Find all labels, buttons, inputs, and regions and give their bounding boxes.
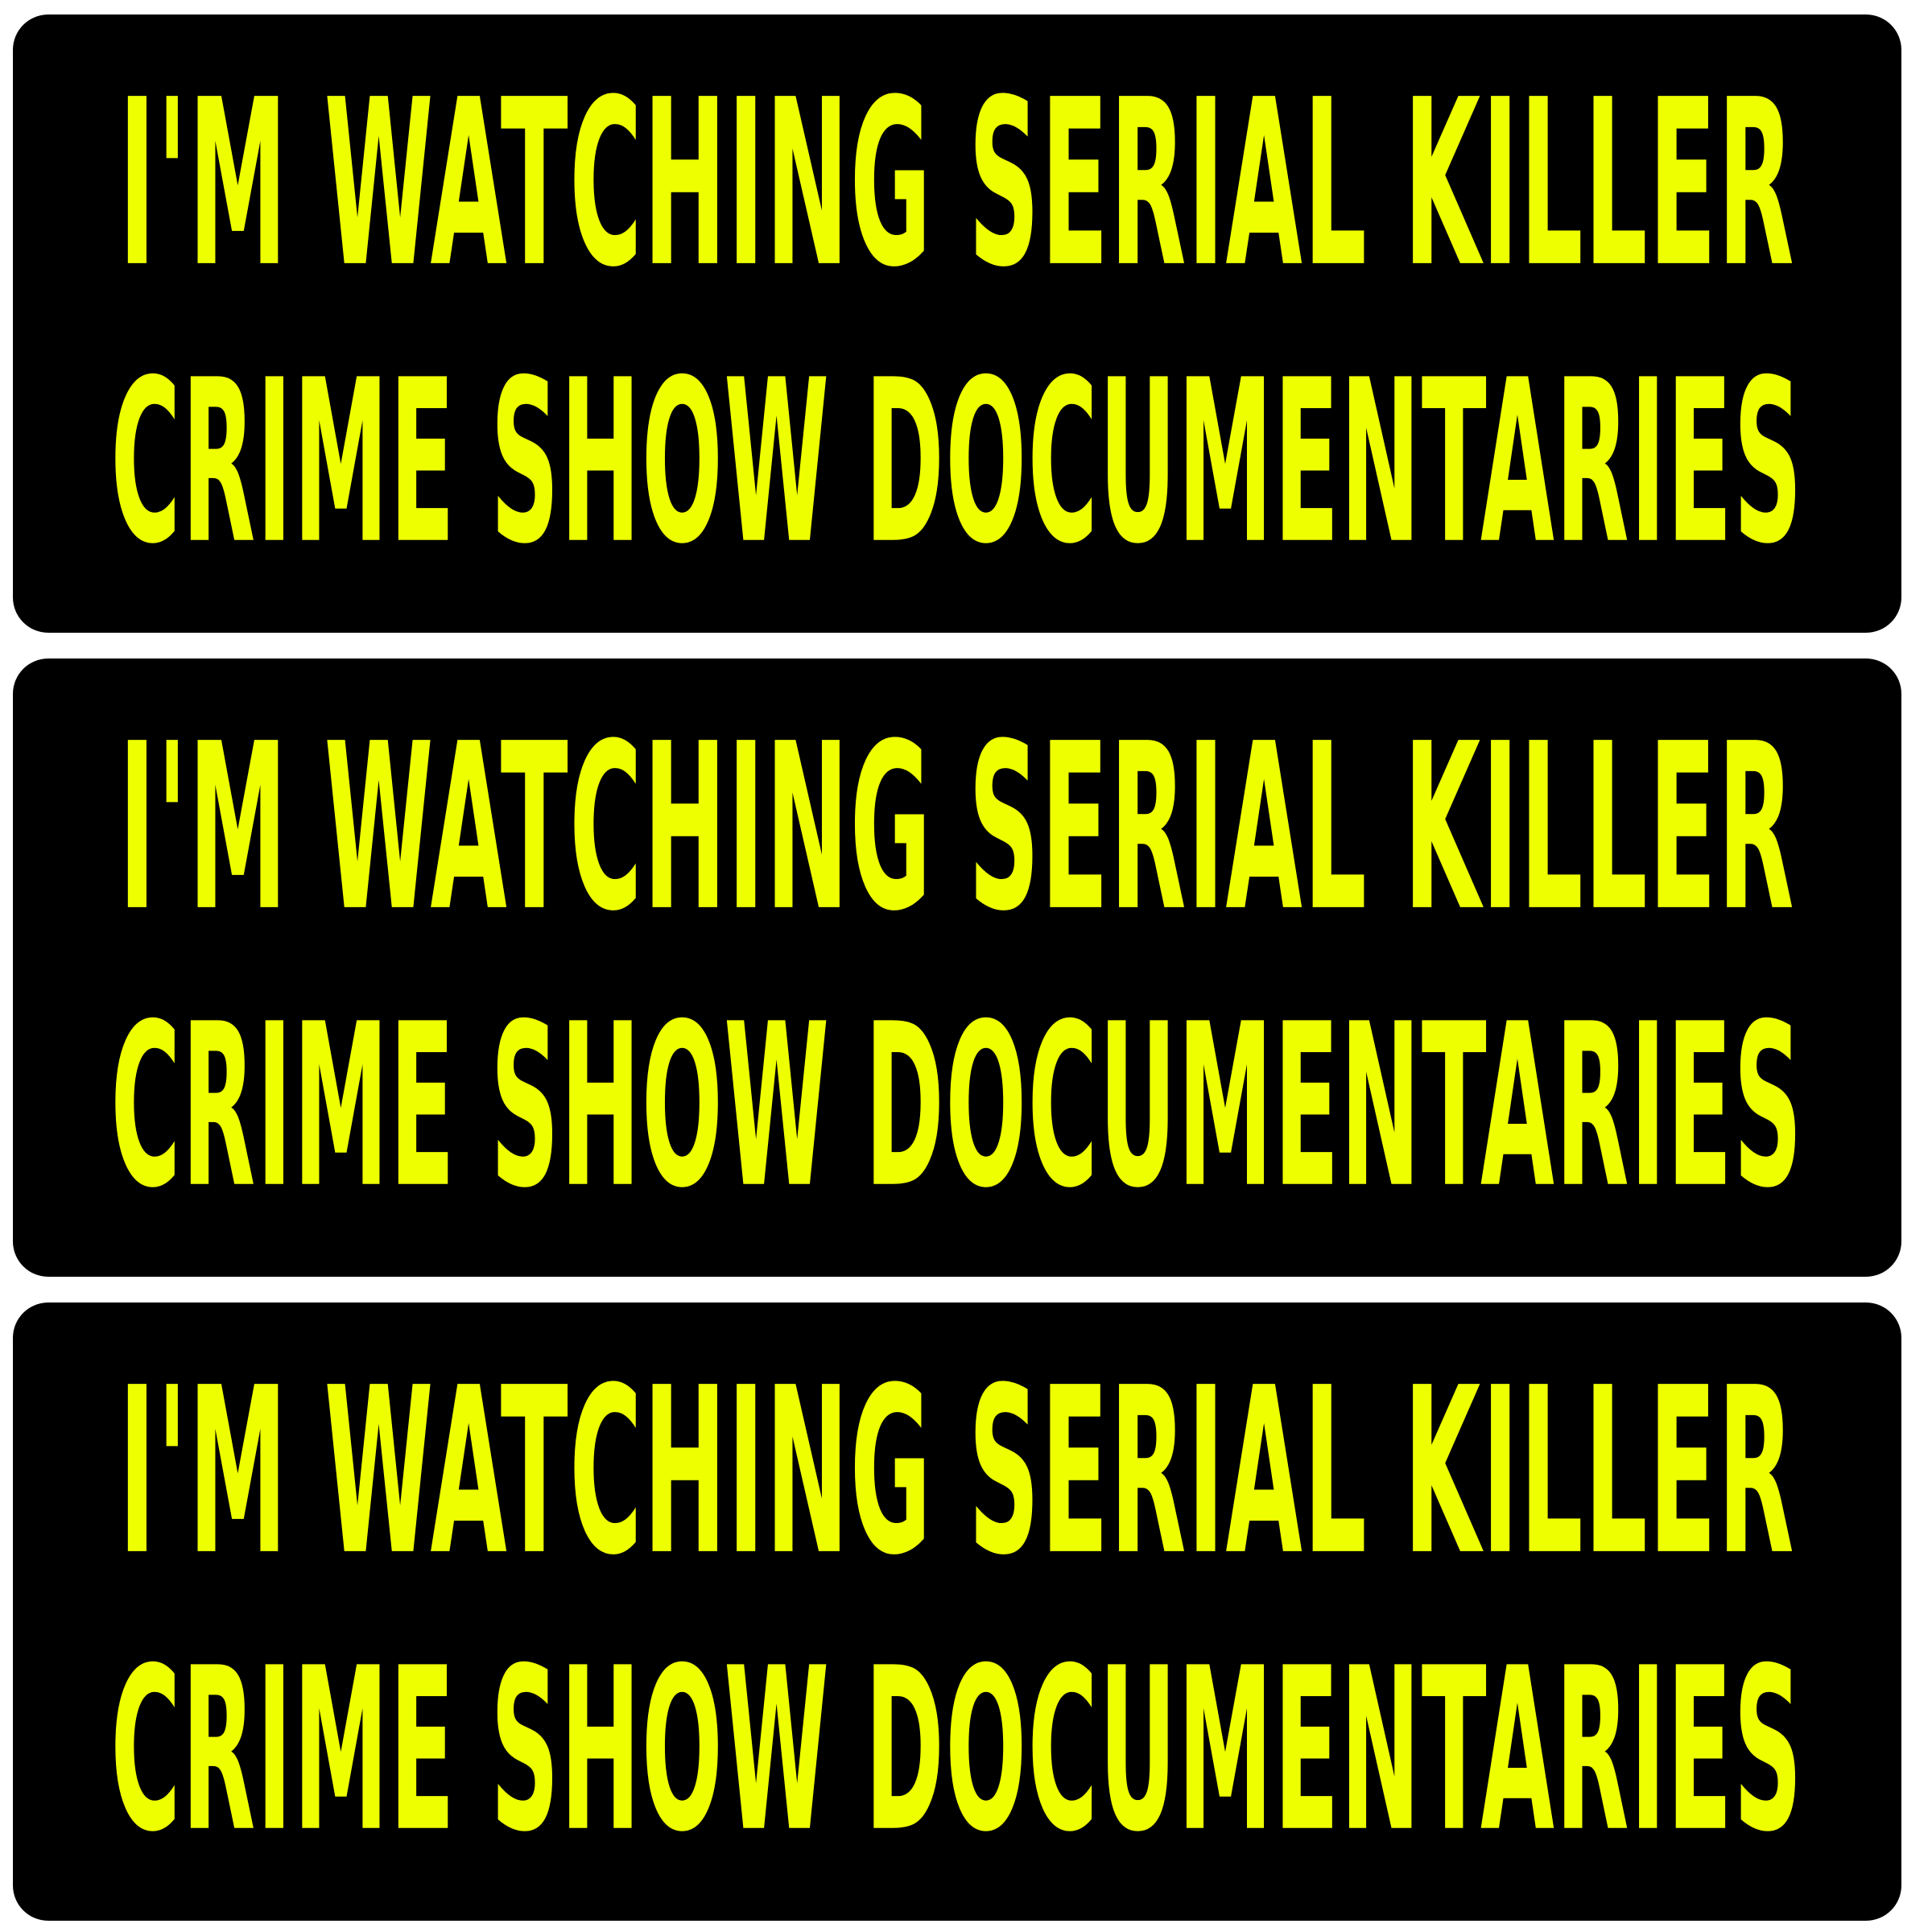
sticker-top: I'M WATCHING SERIAL KILLER CRIME SHOW DO… (13, 14, 1901, 633)
sticker-line-1: I'M WATCHING SERIAL KILLER (118, 1338, 1796, 1606)
sticker-bottom: I'M WATCHING SERIAL KILLER CRIME SHOW DO… (13, 1302, 1901, 1921)
sticker-line-2: CRIME SHOW DOCUMENTARIES (110, 332, 1804, 593)
sticker-line-2: CRIME SHOW DOCUMENTARIES (110, 1620, 1804, 1881)
sticker-line-1: I'M WATCHING SERIAL KILLER (118, 694, 1796, 962)
sticker-line-2: CRIME SHOW DOCUMENTARIES (110, 976, 1804, 1237)
sticker-middle: I'M WATCHING SERIAL KILLER CRIME SHOW DO… (13, 658, 1901, 1277)
sticker-line-1: I'M WATCHING SERIAL KILLER (118, 50, 1796, 318)
